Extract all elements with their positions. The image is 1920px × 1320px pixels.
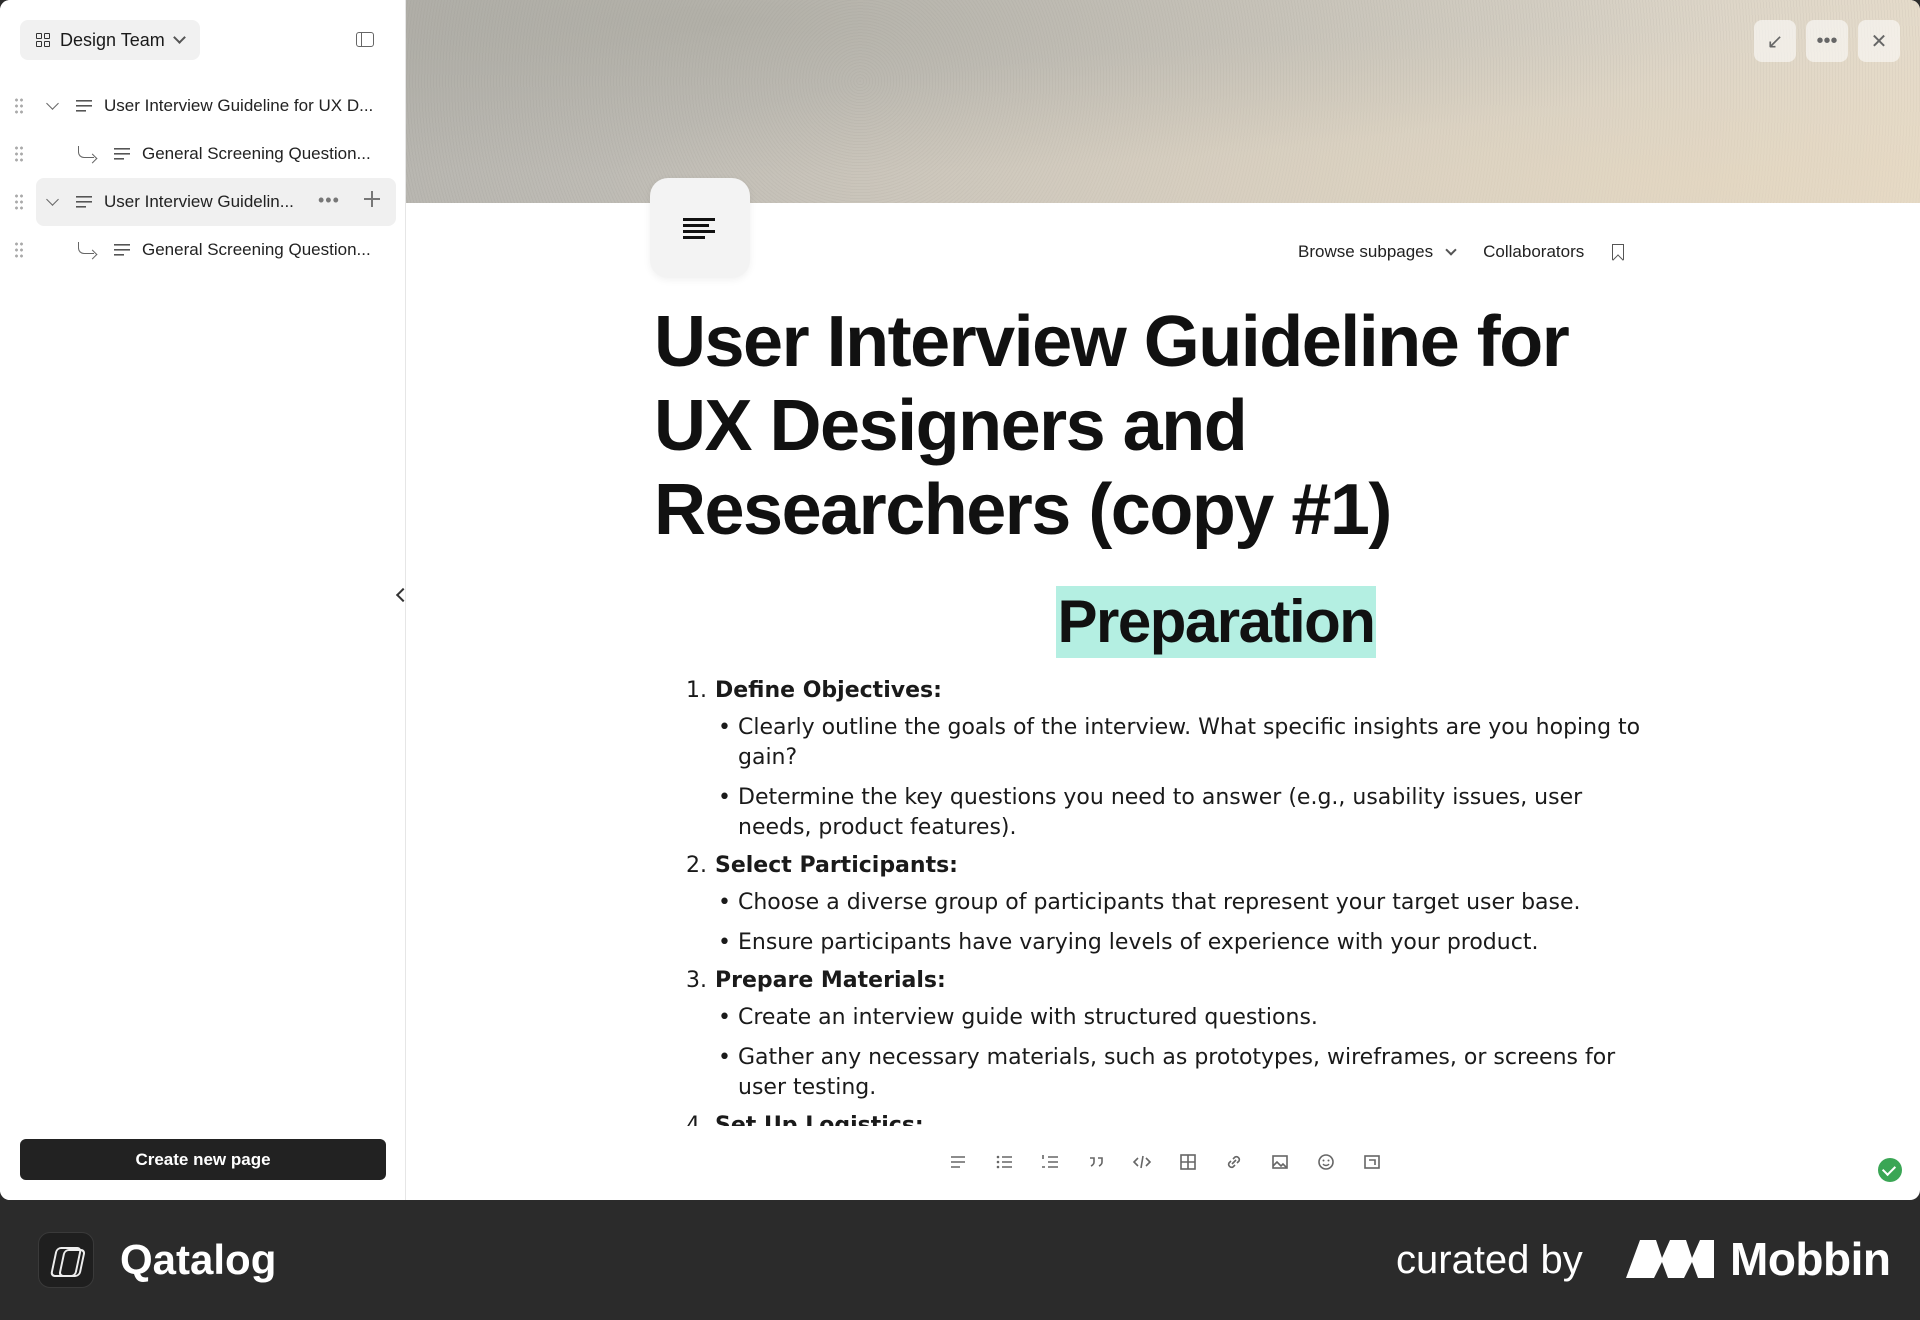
tree-item-label: User Interview Guideline for UX D... xyxy=(104,96,374,115)
page-title[interactable]: User Interview Guideline for UX Designer… xyxy=(654,300,1654,552)
bullet-item[interactable]: Create an interview guide with structure… xyxy=(718,1003,1656,1033)
collaborators-label: Collaborators xyxy=(1483,242,1585,261)
add-subpage-icon[interactable] xyxy=(364,191,380,207)
image-icon[interactable] xyxy=(1268,1150,1292,1174)
chevron-down-icon xyxy=(172,31,186,44)
tree-item-label: General Screening Question... xyxy=(142,240,371,259)
bullet-list-icon[interactable] xyxy=(992,1150,1016,1174)
browse-subpages-label: Browse subpages xyxy=(1298,242,1434,261)
bullet-item[interactable]: Ensure participants have varying levels … xyxy=(718,928,1656,958)
page-tree: User Interview Guideline for UX D... Gen… xyxy=(0,82,406,274)
tree-item-screening[interactable]: General Screening Question... xyxy=(0,226,406,274)
close-icon[interactable]: ✕ xyxy=(1858,20,1900,62)
subpage-arrow-icon xyxy=(78,146,94,158)
tree-item-label: User Interview Guidelin... xyxy=(104,192,294,211)
document-icon xyxy=(114,244,130,256)
document-icon xyxy=(683,218,715,240)
step-title: Define Objectives: xyxy=(715,678,942,703)
step-item[interactable]: 2. Select Participants: Choose a diverse g… xyxy=(686,853,1656,958)
tree-item-screening[interactable]: General Screening Question... xyxy=(0,130,406,178)
step-title: Select Participants: xyxy=(715,853,958,878)
window-controls: ↙ ••• ✕ xyxy=(1754,20,1900,62)
bullet-item[interactable]: Gather any necessary materials, such as … xyxy=(718,1043,1656,1103)
step-title: Prepare Materials: xyxy=(715,968,946,993)
workspace-switcher[interactable]: Design Team xyxy=(20,20,200,60)
grid-icon xyxy=(36,33,50,47)
document-icon xyxy=(114,148,130,160)
drag-handle-icon[interactable] xyxy=(14,145,24,163)
emoji-icon[interactable] xyxy=(1314,1150,1338,1174)
bullet-list: Create an interview guide with structure… xyxy=(686,1003,1656,1103)
step-title: Set Up Logistics: xyxy=(715,1113,924,1126)
saved-status-icon xyxy=(1878,1158,1902,1182)
browse-subpages-button[interactable]: Browse subpages xyxy=(1298,242,1483,262)
drag-handle-icon[interactable] xyxy=(14,241,24,259)
cover-image[interactable] xyxy=(406,0,1920,203)
section-heading[interactable]: Preparation xyxy=(1055,586,1377,658)
formatting-toolbar xyxy=(946,1150,1384,1174)
step-number: 3. xyxy=(686,968,707,993)
sidebar: Design Team User Interview Guideline for… xyxy=(0,0,406,1200)
step-item[interactable]: 4. Set Up Logistics: xyxy=(686,1113,1656,1126)
paragraph-icon[interactable] xyxy=(946,1150,970,1174)
bullet-list: Clearly outline the goals of the intervi… xyxy=(686,713,1656,843)
tree-item-label: General Screening Question... xyxy=(142,144,371,163)
steps-list: 1. Define Objectives: Clearly outline the … xyxy=(656,678,1656,1126)
step-number: 4. xyxy=(686,1113,707,1126)
chevron-down-icon[interactable] xyxy=(46,97,59,110)
collaborators-button[interactable]: Collaborators xyxy=(1483,242,1584,262)
mobbin-logo xyxy=(1626,1240,1714,1278)
mobbin-brand: Mobbin xyxy=(1730,1233,1891,1285)
bullet-list: Choose a diverse group of participants t… xyxy=(686,888,1656,958)
link-icon[interactable] xyxy=(1222,1150,1246,1174)
document-body[interactable]: Preparation 1. Define Objectives: Clearly … xyxy=(656,586,1656,1126)
table-icon[interactable] xyxy=(1176,1150,1200,1174)
step-item[interactable]: 3. Prepare Materials: Create an interview … xyxy=(686,968,1656,1103)
app-window: Design Team User Interview Guideline for… xyxy=(0,0,1920,1200)
sidebar-toggle-icon[interactable] xyxy=(356,32,374,47)
bullet-item[interactable]: Clearly outline the goals of the intervi… xyxy=(718,713,1656,773)
more-options-icon[interactable]: ••• xyxy=(318,191,340,209)
more-icon[interactable]: ••• xyxy=(1806,20,1848,62)
embed-icon[interactable] xyxy=(1360,1150,1384,1174)
drag-handle-icon[interactable] xyxy=(14,97,24,115)
code-icon[interactable] xyxy=(1130,1150,1154,1174)
numbered-list-icon[interactable] xyxy=(1038,1150,1062,1174)
curated-by-label: curated by xyxy=(1396,1238,1583,1282)
bullet-item[interactable]: Determine the key questions you need to … xyxy=(718,783,1656,843)
workspace-name: Design Team xyxy=(60,29,165,50)
chevron-down-icon xyxy=(1445,243,1457,256)
tree-item-guideline-copy[interactable]: User Interview Guidelin... ••• xyxy=(14,178,396,226)
create-new-page-button[interactable]: Create new page xyxy=(20,1139,386,1180)
bullet-item[interactable]: Choose a diverse group of participants t… xyxy=(718,888,1656,918)
drag-handle-icon[interactable] xyxy=(14,193,24,211)
document-icon xyxy=(76,196,92,208)
step-number: 1. xyxy=(686,678,707,703)
qatalog-logo xyxy=(38,1232,94,1288)
chevron-down-icon[interactable] xyxy=(46,193,59,206)
step-item[interactable]: 1. Define Objectives: Clearly outline the … xyxy=(686,678,1656,843)
minimize-icon[interactable]: ↙ xyxy=(1754,20,1796,62)
step-number: 2. xyxy=(686,853,707,878)
quote-icon[interactable] xyxy=(1084,1150,1108,1174)
page-editor: ↙ ••• ✕ Browse subpages Collaborators Us… xyxy=(406,0,1920,1200)
subpage-arrow-icon xyxy=(78,242,94,254)
page-emoji-icon[interactable] xyxy=(650,178,750,278)
app-name: Qatalog xyxy=(120,1236,277,1283)
tree-item-guideline[interactable]: User Interview Guideline for UX D... xyxy=(0,82,406,130)
page-actions: Browse subpages Collaborators xyxy=(1298,242,1625,262)
document-icon xyxy=(76,100,92,112)
bookmark-icon[interactable] xyxy=(1612,244,1625,260)
